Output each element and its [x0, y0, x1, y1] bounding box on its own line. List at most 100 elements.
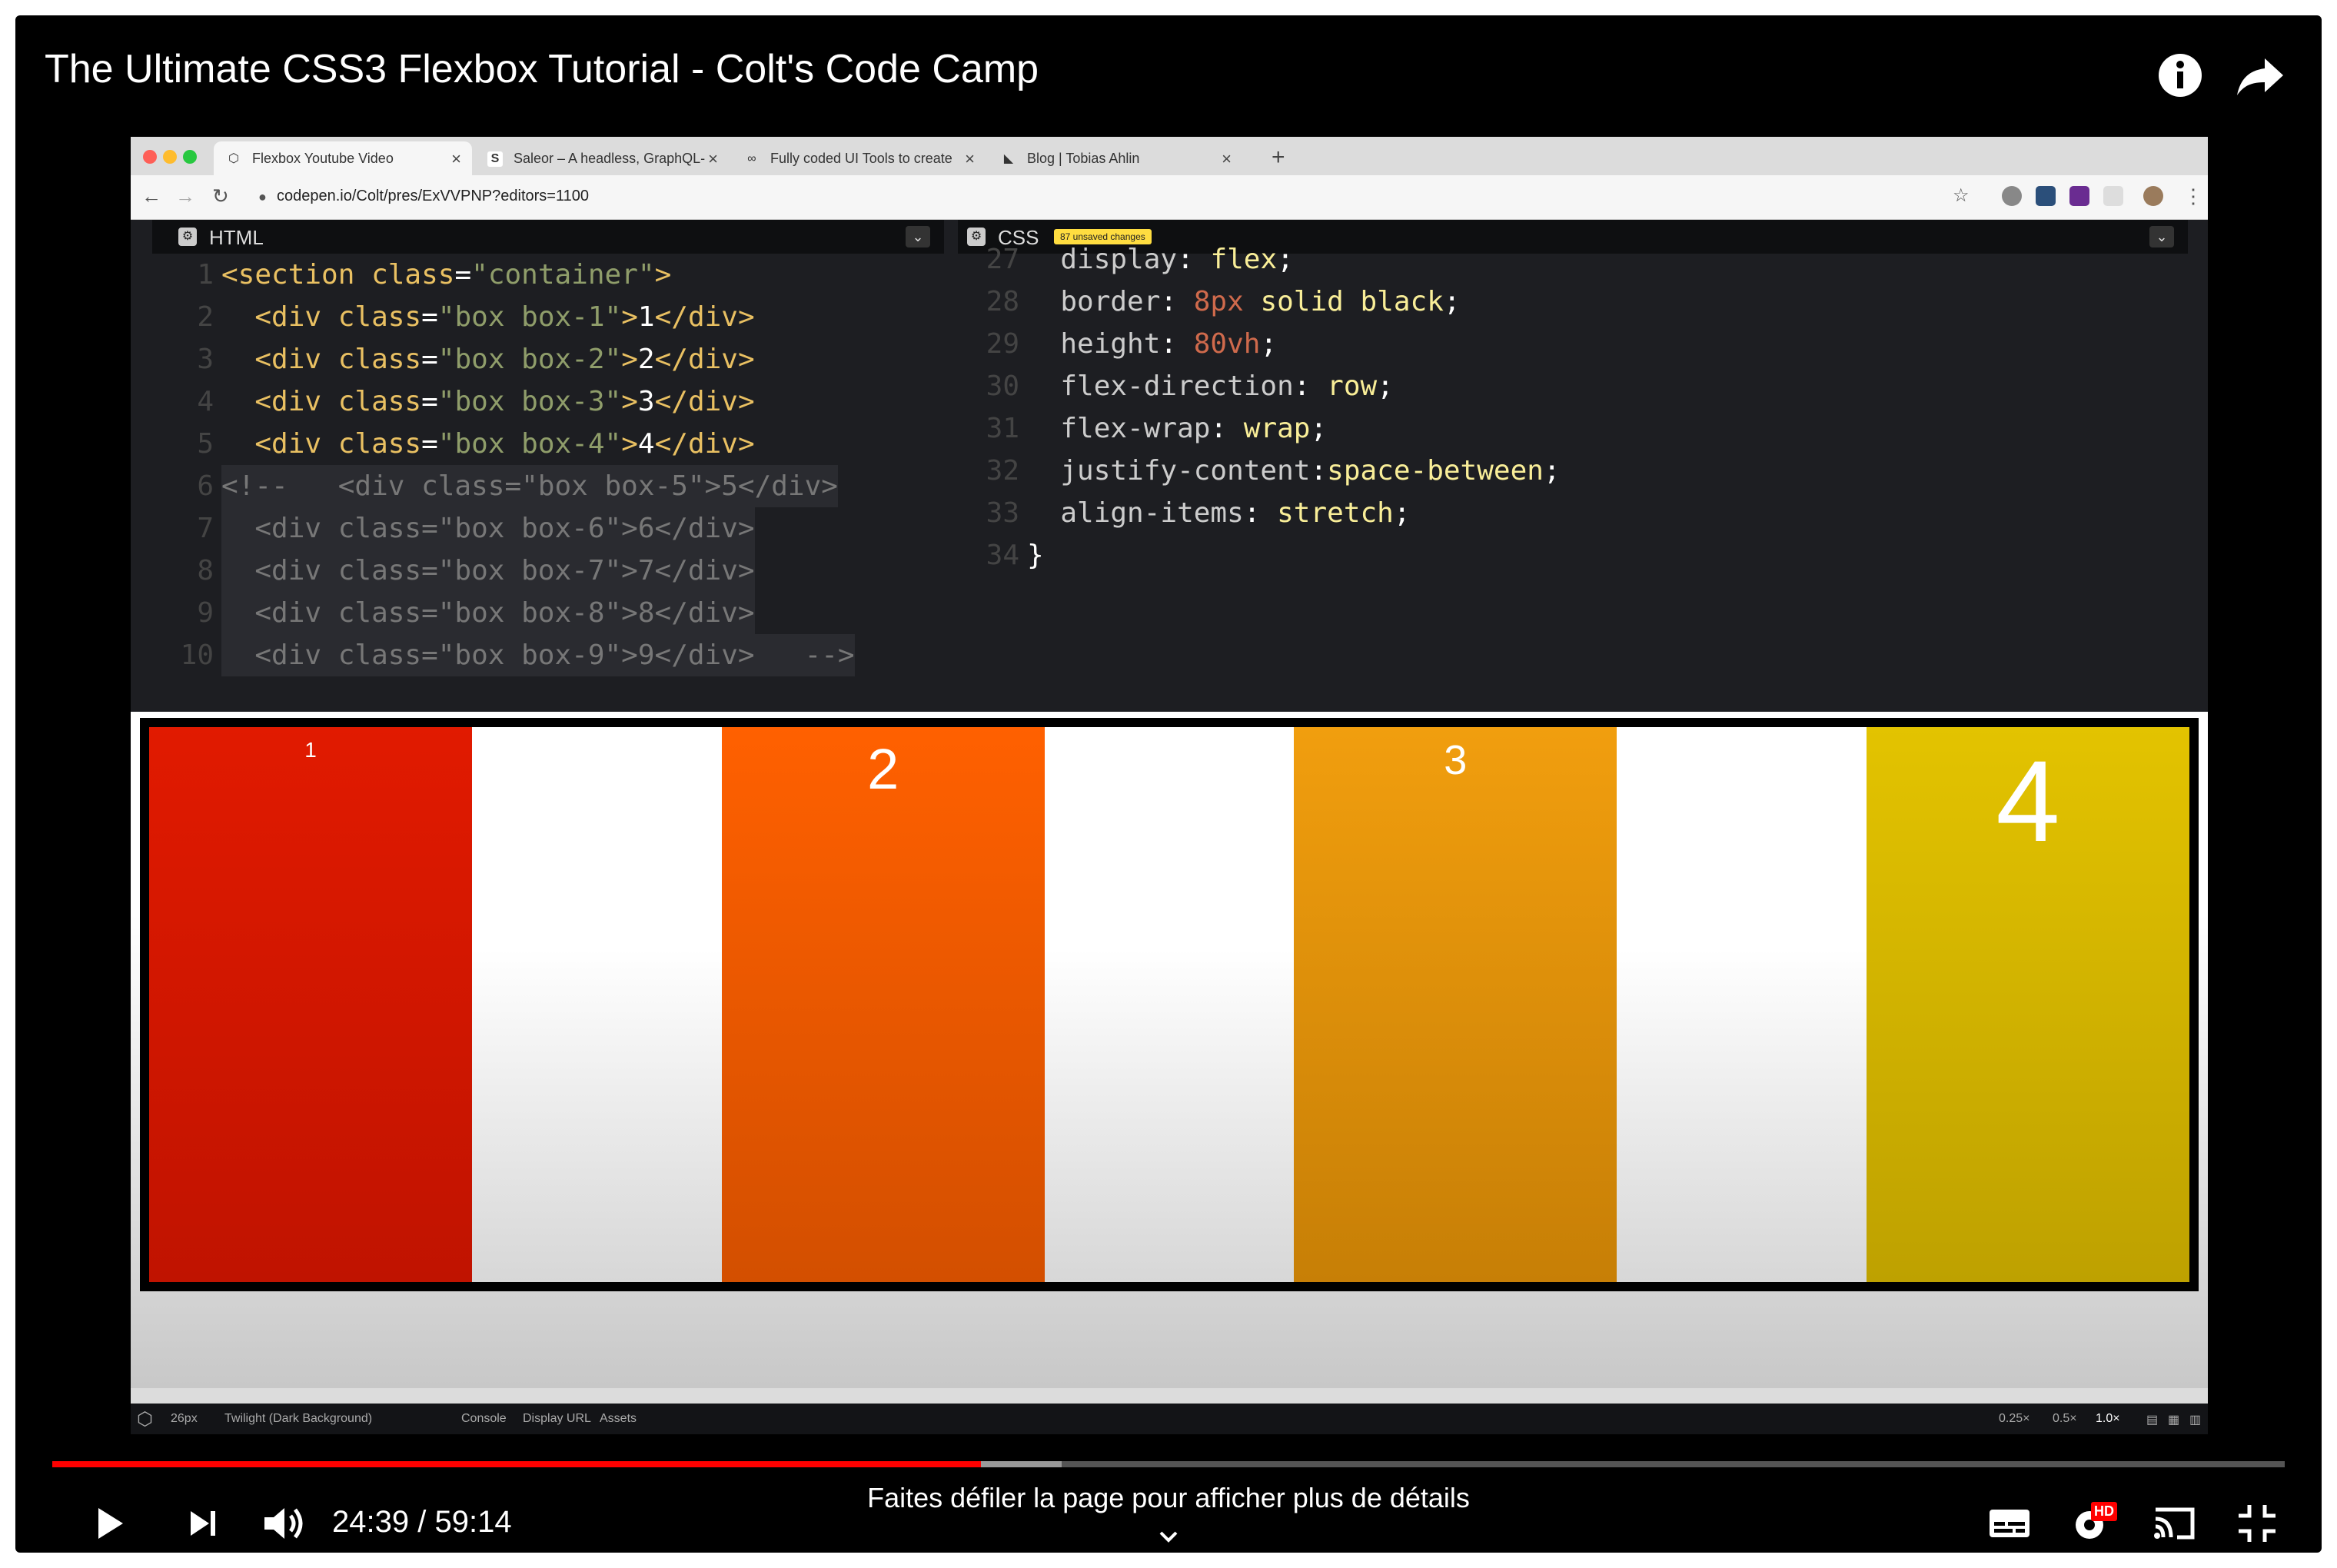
line-number: 10 [180, 639, 214, 671]
code-text: <section class="container"> [221, 259, 672, 291]
code-line[interactable]: 3 <div class="box box-2">2</div> [152, 338, 944, 380]
zoom-1-button[interactable]: 1.0× [2096, 1412, 2120, 1426]
code-line[interactable]: 32 justify-content:space-between; [958, 450, 2188, 492]
layout-icon[interactable]: ▥ [2189, 1412, 2201, 1427]
display-url-button[interactable]: Display URL [523, 1412, 591, 1426]
code-text: <div class="box box-4">4</div> [254, 428, 755, 460]
extension-icon[interactable] [2036, 186, 2056, 206]
code-line[interactable]: 5 <div class="box box-4">4</div> [152, 423, 944, 465]
progress-bar[interactable] [52, 1461, 2285, 1467]
codepen-statusbar: ⬡ 26px Twilight (Dark Background) Consol… [131, 1404, 2208, 1434]
line-number: 29 [986, 328, 1019, 360]
line-number: 30 [986, 370, 1019, 402]
line-number: 7 [197, 513, 214, 544]
exit-fullscreen-icon[interactable] [2232, 1499, 2282, 1548]
console-button[interactable]: Console [461, 1412, 507, 1426]
code-line[interactable]: 33 align-items: stretch; [958, 492, 2188, 534]
code-line[interactable]: 34} [958, 534, 2188, 576]
forward-icon[interactable]: → [175, 184, 195, 208]
line-number: 9 [197, 597, 214, 629]
reload-icon[interactable]: ↻ [212, 184, 229, 208]
cast-icon[interactable] [2149, 1499, 2199, 1548]
tab-flexbox-video[interactable]: ⬡ Flexbox Youtube Video × [214, 141, 472, 175]
video-title[interactable]: The Ultimate CSS3 Flexbox Tutorial - Col… [45, 46, 1039, 92]
zoom-05-button[interactable]: 0.5× [2053, 1412, 2077, 1426]
tab-label: Flexbox Youtube Video [252, 151, 394, 166]
tab-tobias-blog[interactable]: ◣ Blog | Tobias Ahlin × [989, 141, 1242, 175]
line-number: 4 [197, 386, 214, 417]
theme-label[interactable]: Twilight (Dark Background) [224, 1412, 372, 1426]
codepen-logo-icon[interactable]: ⬡ [137, 1408, 153, 1430]
code-line[interactable]: 2 <div class="box box-1">1</div> [152, 296, 944, 338]
code-line[interactable]: 27 display: flex; [958, 238, 2188, 281]
code-line[interactable]: 28 border: 8px solid black; [958, 281, 2188, 323]
close-tab-icon[interactable]: × [708, 149, 718, 169]
extension-icon[interactable] [2103, 186, 2123, 206]
code-text: <div class="box box-6">6</div> [221, 507, 755, 550]
code-text: height: 80vh; [1027, 328, 1278, 360]
address-bar: ← → ↻ ● codepen.io/Colt/pres/ExVVPNP?edi… [131, 175, 2208, 220]
layout-icon[interactable]: ▤ [2146, 1412, 2158, 1427]
code-text: <div class="box box-1">1</div> [254, 301, 755, 333]
code-line[interactable]: 1 <section class="container"> [152, 254, 944, 296]
code-text: <!-- <div class="box box-5">5</div> [221, 465, 838, 507]
chevron-down-icon[interactable] [1156, 1525, 1181, 1550]
info-icon[interactable] [2156, 51, 2205, 100]
tab-label: Saleor – A headless, GraphQL- [514, 151, 706, 166]
bookmark-star-icon[interactable]: ☆ [1953, 184, 1970, 207]
code-line[interactable]: 29 height: 80vh; [958, 323, 2188, 365]
code-line[interactable]: 10 <div class="box box-9">9</div> --> [152, 634, 944, 676]
result-preview: 1 2 3 4 [131, 712, 2208, 1388]
pane-label: HTML [209, 226, 264, 249]
zoom-025-button[interactable]: 0.25× [1999, 1412, 2030, 1426]
box-label: 4 [1996, 736, 2060, 865]
tab-saleor[interactable]: S Saleor – A headless, GraphQL- × [475, 141, 729, 175]
code-text: <div class="box box-2">2</div> [254, 344, 755, 375]
html-code[interactable]: 1 <section class="container"> 2 <div class… [152, 254, 944, 676]
code-text: <div class="box box-9">9</div> --> [221, 634, 855, 676]
code-line[interactable]: 9 <div class="box box-8">8</div> [152, 592, 944, 634]
css-code[interactable]: 27 display: flex; 28 border: 8px solid bl… [958, 238, 2188, 576]
box-1: 1 [149, 727, 472, 1282]
video-player[interactable]: The Ultimate CSS3 Flexbox Tutorial - Col… [15, 15, 2322, 1553]
extension-icon[interactable] [2069, 186, 2089, 206]
layout-icon[interactable]: ▦ [2168, 1412, 2179, 1427]
box-2: 2 [721, 727, 1045, 1282]
tab-ui-tools[interactable]: ∞ Fully coded UI Tools to create × [732, 141, 986, 175]
menu-icon[interactable]: ⋮ [2183, 184, 2203, 208]
close-tab-icon[interactable]: × [1222, 149, 1232, 169]
code-text: <div class="box box-8">8</div> [221, 592, 755, 634]
close-tab-icon[interactable]: × [451, 149, 461, 169]
tab-label: Fully coded UI Tools to create [770, 151, 952, 166]
avatar[interactable] [2143, 186, 2163, 206]
flex-container: 1 2 3 4 [140, 718, 2199, 1291]
code-line[interactable]: 7 <div class="box box-6">6</div> [152, 507, 944, 550]
share-icon[interactable] [2236, 51, 2285, 100]
maximize-window-icon[interactable] [183, 150, 197, 164]
close-window-icon[interactable] [143, 150, 157, 164]
code-line[interactable]: 6 <!-- <div class="box box-5">5</div> [152, 465, 944, 507]
css-pane[interactable]: ⚙ CSS 87 unsaved changes ⌄ 27 display: f… [958, 220, 2188, 693]
code-text: justify-content:space-between; [1027, 455, 1561, 487]
code-line[interactable]: 8 <div class="box box-7">7</div> [152, 550, 944, 592]
scroll-hint[interactable]: Faites défiler la page pour afficher plu… [15, 1482, 2322, 1514]
code-line[interactable]: 31 flex-wrap: wrap; [958, 407, 2188, 450]
back-icon[interactable]: ← [141, 184, 161, 208]
line-number: 6 [197, 470, 214, 502]
code-line[interactable]: 30 flex-direction: row; [958, 365, 2188, 407]
minimize-window-icon[interactable] [163, 150, 177, 164]
assets-button[interactable]: Assets [600, 1412, 637, 1426]
code-line[interactable]: 4 <div class="box box-3">3</div> [152, 380, 944, 423]
html-pane[interactable]: ⚙ HTML ⌄ 1 <section class="container"> 2 <… [152, 220, 944, 693]
close-tab-icon[interactable]: × [965, 149, 975, 169]
code-text: <div class="box box-3">3</div> [254, 386, 755, 417]
new-tab-button[interactable]: + [1272, 145, 1285, 171]
gear-icon[interactable]: ⚙ [178, 228, 197, 246]
settings-button[interactable]: HD [2066, 1499, 2117, 1548]
subtitles-icon[interactable] [1985, 1499, 2034, 1548]
box-label: 3 [1444, 737, 1468, 783]
extension-icon[interactable] [2002, 186, 2022, 206]
chevron-down-icon[interactable]: ⌄ [906, 226, 930, 247]
url-field[interactable]: codepen.io/Colt/pres/ExVVPNP?editors=110… [277, 188, 589, 205]
font-size-label[interactable]: 26px [171, 1412, 198, 1426]
